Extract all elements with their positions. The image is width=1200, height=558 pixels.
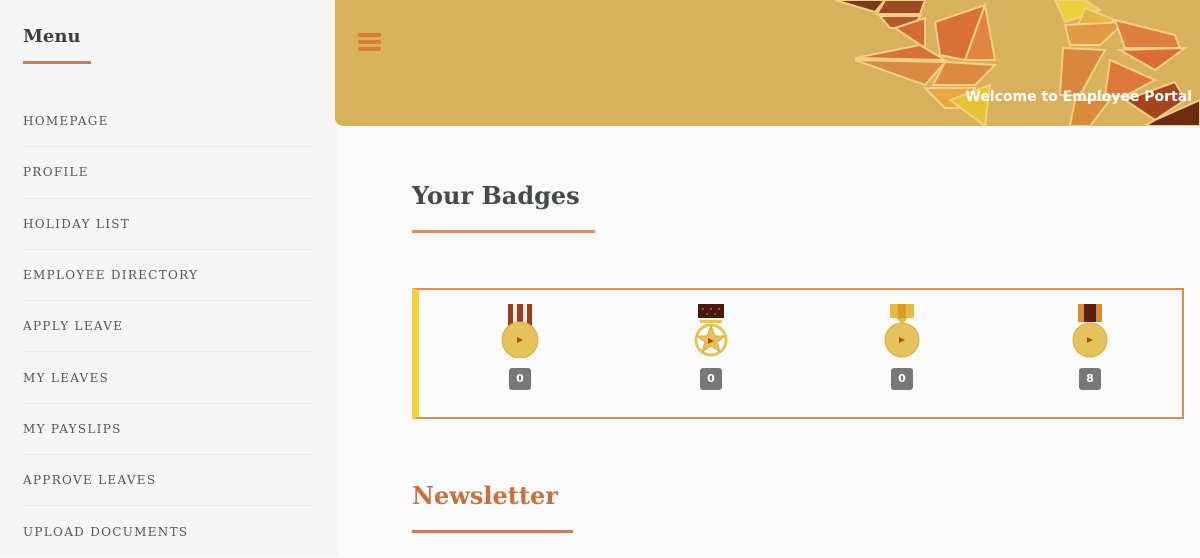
- badge-count: 8: [1079, 368, 1101, 390]
- newsletter-heading: Newsletter: [412, 481, 558, 510]
- badges-panel: 0 0 0 8: [412, 288, 1184, 419]
- badge-item: 8: [1060, 304, 1120, 390]
- badge-count: 0: [891, 368, 913, 390]
- menu-item-upload-documents[interactable]: UPLOAD DOCUMENTS: [23, 506, 313, 557]
- badge-item: 0: [872, 304, 932, 390]
- badges-heading: Your Badges: [412, 181, 580, 210]
- header-banner: Welcome to Employee Portal: [335, 0, 1200, 126]
- menu-title-underline: [23, 61, 91, 64]
- menu-item-apply-leave[interactable]: APPLY LEAVE: [23, 301, 313, 353]
- menu-item-employee-directory[interactable]: EMPLOYEE DIRECTORY: [23, 250, 313, 302]
- medal-brown-ribbon-icon: [1072, 304, 1108, 358]
- menu-item-my-payslips[interactable]: MY PAYSLIPS: [23, 404, 313, 456]
- menu-title: Menu: [23, 26, 81, 47]
- hamburger-icon[interactable]: [358, 33, 381, 53]
- menu-item-approve-leaves[interactable]: APPROVE LEAVES: [23, 455, 313, 507]
- banner-pattern-graphic: [834, 0, 1200, 126]
- menu-item-profile[interactable]: PROFILE: [23, 147, 313, 199]
- badge-item: 0: [490, 304, 550, 390]
- badge-item: 0: [681, 304, 741, 390]
- menu-list: HOMEPAGE PROFILE HOLIDAY LIST EMPLOYEE D…: [23, 96, 313, 558]
- badge-count: 0: [700, 368, 722, 390]
- welcome-text: Welcome to Employee Portal: [965, 89, 1192, 105]
- menu-item-holiday-list[interactable]: HOLIDAY LIST: [23, 199, 313, 250]
- menu-item-homepage[interactable]: HOMEPAGE: [23, 96, 313, 148]
- medal-star-icon: [694, 304, 728, 357]
- newsletter-heading-underline: [412, 530, 573, 533]
- medal-striped-ribbon-icon: [501, 304, 539, 358]
- badges-heading-underline: [412, 230, 595, 233]
- badge-count: 0: [509, 368, 531, 390]
- menu-item-my-leaves[interactable]: MY LEAVES: [23, 352, 313, 404]
- medal-gold-ribbon-icon: [884, 304, 920, 358]
- sidebar: Menu HOMEPAGE PROFILE HOLIDAY LIST EMPLO…: [0, 0, 338, 556]
